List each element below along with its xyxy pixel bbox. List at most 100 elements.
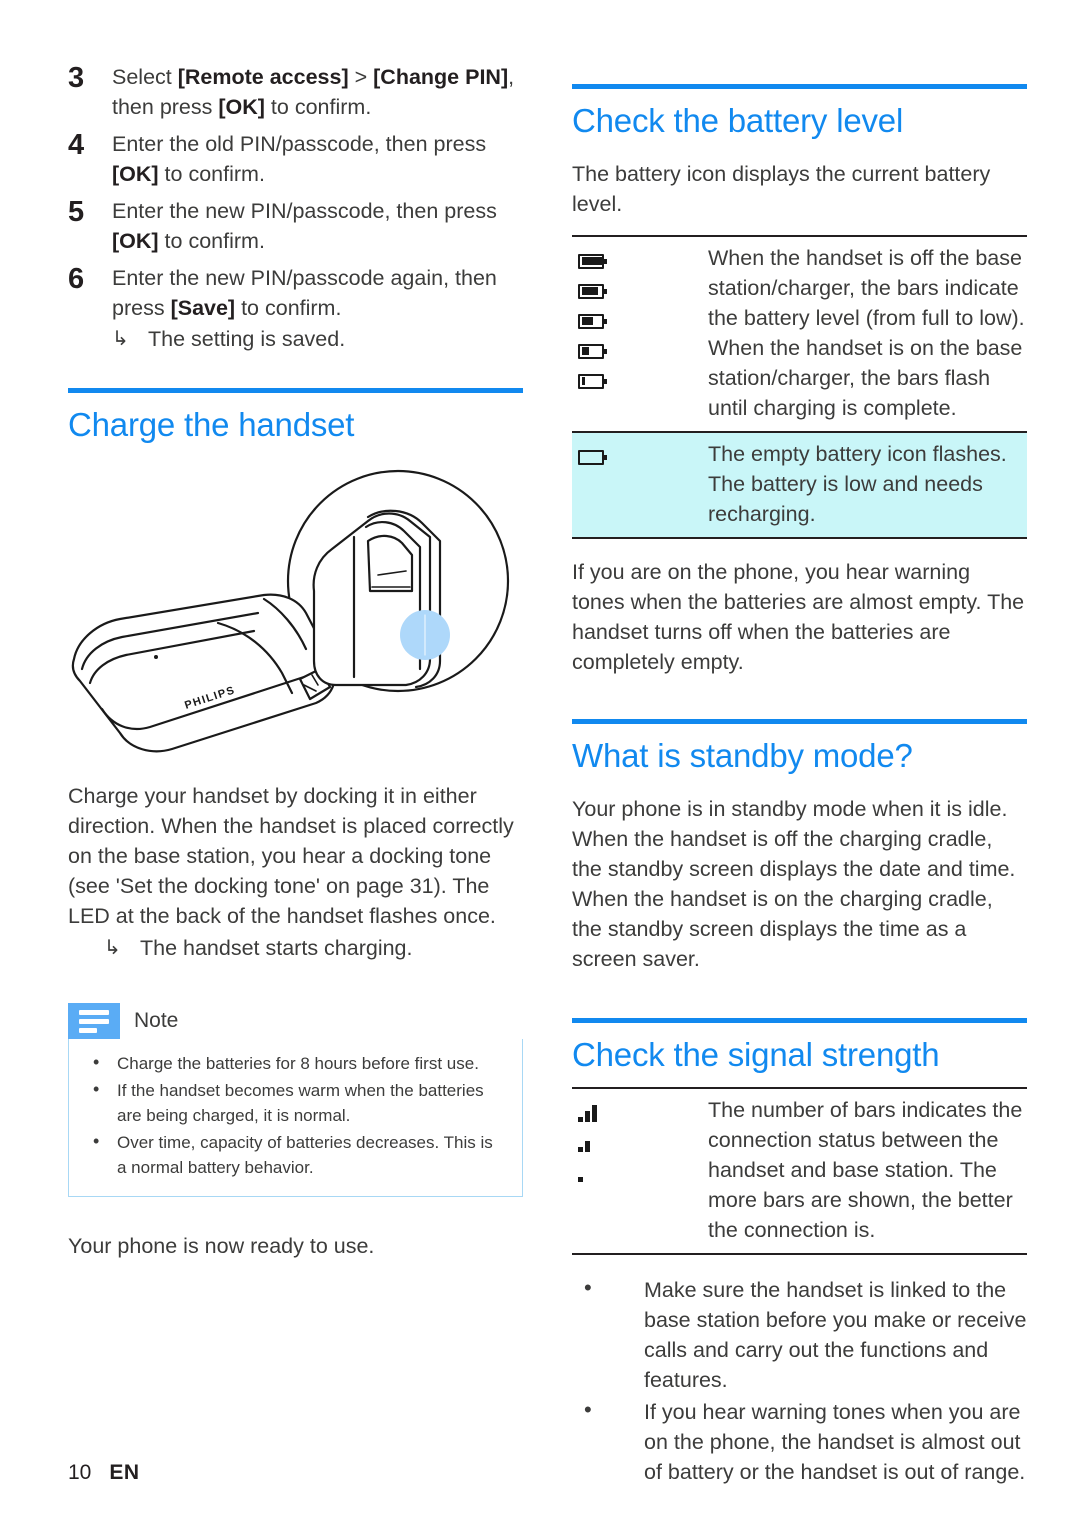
step-number: 4 bbox=[68, 129, 85, 161]
table-row-text: The number of bars indicates the connect… bbox=[708, 1098, 1023, 1242]
closing-paragraph: Your phone is now ready to use. bbox=[68, 1234, 375, 1258]
step-segment-bold: [OK] bbox=[112, 229, 159, 253]
battery-empty-icon bbox=[578, 449, 607, 465]
step-segment: to confirm. bbox=[158, 229, 265, 253]
note-icon-bar bbox=[79, 1018, 109, 1024]
step-number: 6 bbox=[68, 263, 85, 295]
heading-rule bbox=[572, 84, 1027, 89]
battery-high-icon bbox=[578, 283, 607, 299]
signal-three-bars-icon bbox=[578, 1104, 597, 1122]
step-item: 3 Select [Remote access] > [Change PIN],… bbox=[68, 62, 523, 122]
step-number: 3 bbox=[68, 62, 85, 94]
step-text: Enter the old PIN/passcode, then press [… bbox=[112, 129, 523, 189]
table-row: When the handset is off the base station… bbox=[572, 237, 1027, 431]
step-item: 6 Enter the new PIN/passcode again, then… bbox=[68, 263, 523, 354]
page-number: 10 bbox=[68, 1461, 92, 1484]
signal-two-bars-icon bbox=[578, 1135, 590, 1152]
charge-result: ↳ The handset starts charging. bbox=[68, 933, 523, 963]
step-segment: > bbox=[348, 65, 374, 89]
standby-section: What is standby mode? bbox=[572, 719, 1027, 776]
step-segment-bold: [OK] bbox=[112, 162, 159, 186]
note-lines-icon bbox=[68, 1003, 120, 1039]
heading-rule bbox=[572, 1018, 1027, 1023]
left-column: 3 Select [Remote access] > [Change PIN],… bbox=[68, 0, 523, 1261]
battery-very-low-icon bbox=[578, 373, 607, 389]
step-segment: Select bbox=[112, 65, 178, 89]
icon-line bbox=[578, 306, 708, 336]
icon-line bbox=[578, 366, 708, 396]
step-segment: to confirm. bbox=[235, 296, 342, 320]
step-item: 5 Enter the new PIN/passcode, then press… bbox=[68, 196, 523, 256]
step-number: 5 bbox=[68, 196, 85, 228]
battery-icon-table: When the handset is off the base station… bbox=[572, 235, 1027, 539]
right-column: Check the battery level The battery icon… bbox=[572, 0, 1027, 1503]
note-body: Charge the batteries for 8 hours before … bbox=[68, 1039, 523, 1197]
battery-icon-stack bbox=[572, 237, 708, 396]
note-list-item: If the handset becomes warm when the bat… bbox=[85, 1077, 506, 1128]
section-heading-signal: Check the signal strength bbox=[572, 1036, 940, 1073]
signal-icon-table: The number of bars indicates the connect… bbox=[572, 1087, 1027, 1255]
note-header: Note bbox=[68, 1003, 523, 1039]
table-row-text: When the handset is off the base station… bbox=[708, 246, 1025, 420]
step-segment-bold: [Remote access] bbox=[177, 65, 349, 89]
battery-icon-stack bbox=[572, 433, 708, 472]
table-row: The number of bars indicates the connect… bbox=[572, 1089, 1027, 1253]
icon-line bbox=[578, 336, 708, 366]
list-item: If you hear warning tones when you are o… bbox=[572, 1395, 1027, 1487]
signal-one-bar-icon bbox=[578, 1165, 583, 1182]
step-segment-bold: [Save] bbox=[170, 296, 236, 320]
step-text: Select [Remote access] > [Change PIN], t… bbox=[112, 62, 523, 122]
step-segment: Enter the old PIN/passcode, then press bbox=[112, 132, 487, 156]
battery-section: Check the battery level bbox=[572, 84, 1027, 141]
step-text: Enter the new PIN/passcode again, then p… bbox=[112, 263, 523, 354]
note-icon-bar bbox=[79, 1027, 97, 1033]
battery-low-icon bbox=[578, 343, 607, 359]
battery-warning-paragraph: If you are on the phone, you hear warnin… bbox=[572, 560, 1025, 674]
signal-section: Check the signal strength bbox=[572, 1018, 1027, 1075]
icon-line bbox=[578, 1158, 708, 1188]
table-row-highlighted: The empty battery icon flashes. The batt… bbox=[572, 433, 1027, 537]
charge-paragraph: Charge your handset by docking it in eit… bbox=[68, 784, 514, 928]
icon-line bbox=[578, 276, 708, 306]
icon-line bbox=[578, 246, 708, 276]
note-icon-bar bbox=[79, 1009, 109, 1015]
step-text: Enter the new PIN/passcode, then press [… bbox=[112, 196, 523, 256]
note-list-item: Over time, capacity of batteries decreas… bbox=[85, 1129, 506, 1180]
charge-section: Charge the handset bbox=[68, 388, 523, 445]
icon-line bbox=[578, 1128, 708, 1158]
standby-paragraph: Your phone is in standby mode when it is… bbox=[572, 797, 1016, 971]
heading-rule bbox=[572, 719, 1027, 724]
section-heading-battery: Check the battery level bbox=[572, 102, 904, 139]
battery-intro-paragraph: The battery icon displays the current ba… bbox=[572, 162, 991, 216]
signal-icon-stack bbox=[572, 1089, 708, 1188]
page-footer: 10 EN bbox=[68, 1461, 140, 1485]
battery-medium-icon bbox=[578, 313, 607, 329]
note-callout: Note Charge the batteries for 8 hours be… bbox=[68, 1003, 523, 1197]
language-code: EN bbox=[109, 1461, 140, 1484]
step-result: ↳ The setting is saved. bbox=[112, 324, 523, 354]
icon-line bbox=[578, 442, 708, 472]
arrow-icon: ↳ bbox=[112, 328, 129, 350]
table-rule-bottom bbox=[572, 537, 1027, 539]
step-segment-bold: [OK] bbox=[218, 95, 265, 119]
note-title: Note bbox=[134, 1009, 179, 1032]
icon-line bbox=[578, 1098, 708, 1128]
charge-result-text: The handset starts charging. bbox=[140, 936, 413, 960]
note-list: Charge the batteries for 8 hours before … bbox=[85, 1050, 506, 1180]
handset-dock-illustration: PHILIPS bbox=[68, 463, 523, 763]
section-heading-charge: Charge the handset bbox=[68, 406, 355, 443]
list-item: Make sure the handset is linked to the b… bbox=[572, 1273, 1027, 1395]
table-row-text: The empty battery icon flashes. The batt… bbox=[708, 442, 1007, 526]
note-list-item: Charge the batteries for 8 hours before … bbox=[85, 1050, 506, 1076]
arrow-icon: ↳ bbox=[104, 937, 121, 959]
step-item: 4 Enter the old PIN/passcode, then press… bbox=[68, 129, 523, 189]
battery-full-icon bbox=[578, 253, 607, 269]
step-segment: to confirm. bbox=[264, 95, 372, 119]
step-segment: to confirm. bbox=[158, 162, 265, 186]
heading-rule bbox=[68, 388, 523, 393]
section-heading-standby: What is standby mode? bbox=[572, 737, 913, 774]
step-result-text: The setting is saved. bbox=[148, 327, 346, 351]
step-segment-bold: [Change PIN] bbox=[373, 65, 509, 89]
table-rule-bottom bbox=[572, 1253, 1027, 1255]
manual-page: 3 Select [Remote access] > [Change PIN],… bbox=[0, 0, 1080, 1527]
